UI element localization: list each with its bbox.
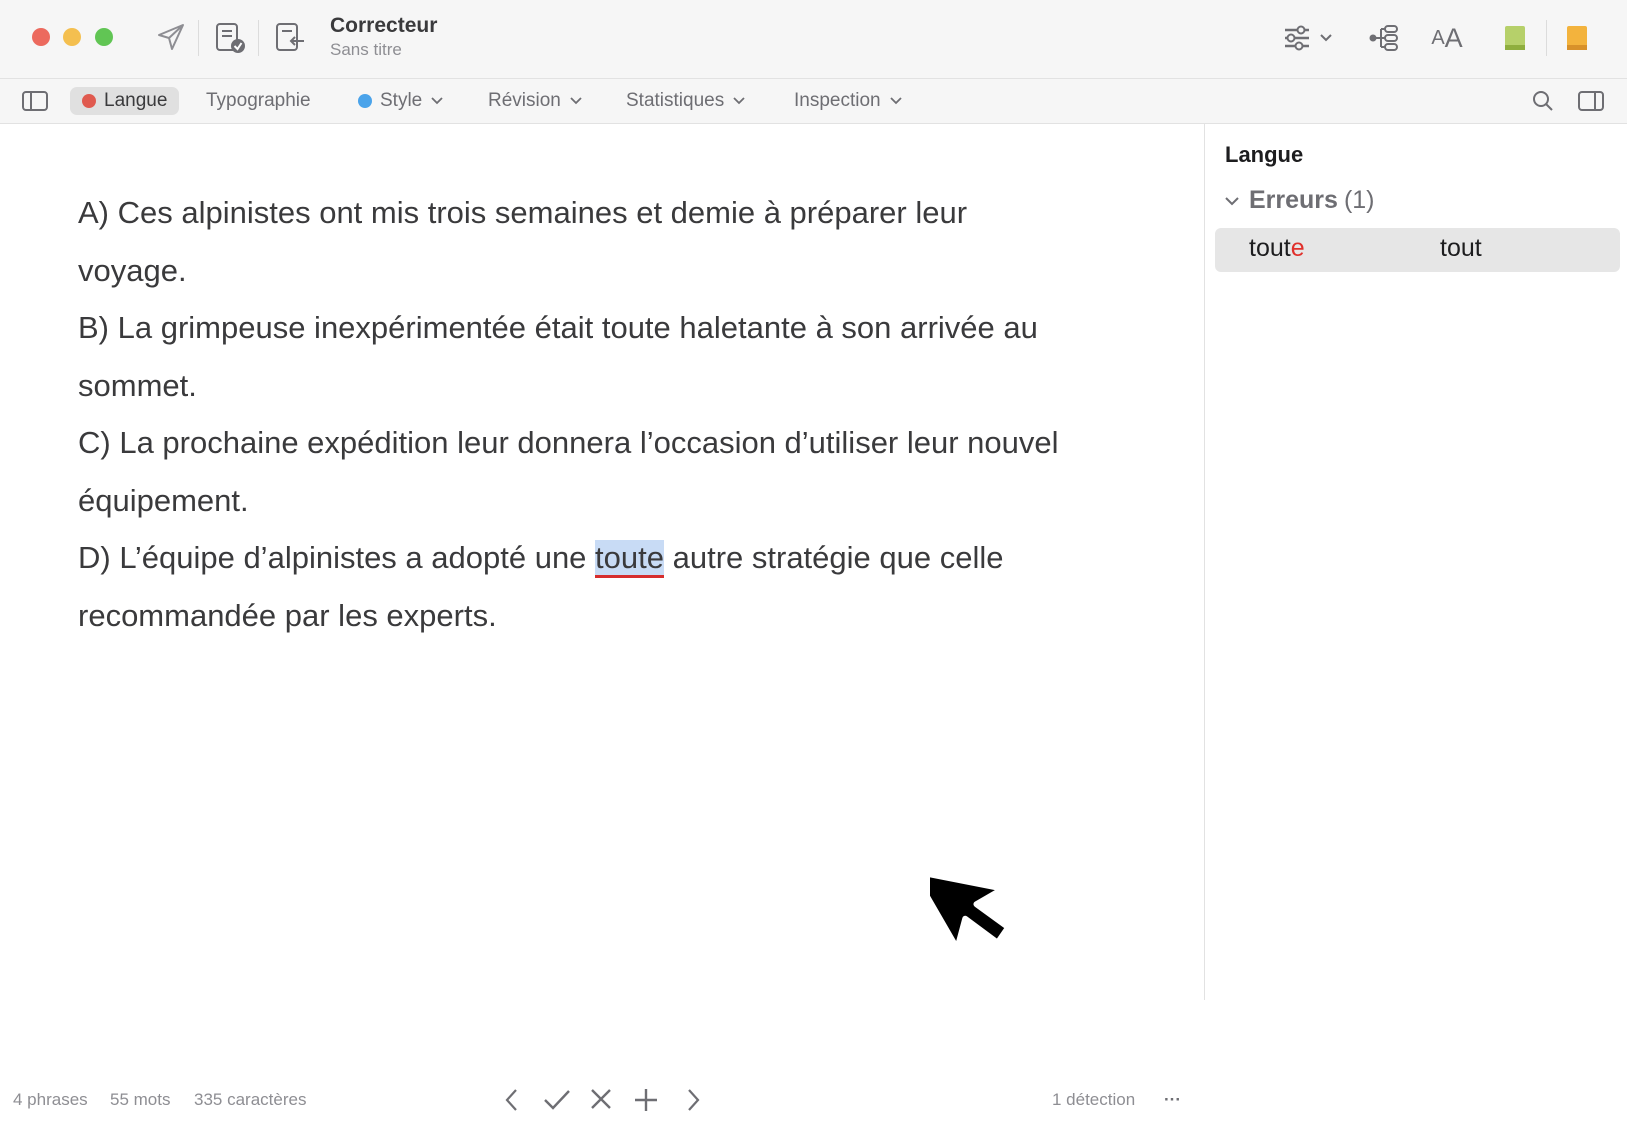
minimize-window-button[interactable] xyxy=(63,28,81,46)
maximize-window-button[interactable] xyxy=(95,28,113,46)
inspector-sidebar: Langue Erreurs (1) toute tout xyxy=(1204,124,1627,1000)
error-word-correct-part: tout xyxy=(1249,234,1291,262)
phrase-count: 4 phrases xyxy=(13,1090,88,1109)
document-check-icon[interactable] xyxy=(212,18,248,56)
toolbar-separator xyxy=(258,20,259,56)
reject-icon[interactable] xyxy=(588,1086,614,1119)
tab-label: Révision xyxy=(488,90,561,111)
book-orange-icon[interactable] xyxy=(1562,20,1592,56)
more-options-button[interactable]: ··· xyxy=(1164,1090,1181,1110)
chevron-down-icon xyxy=(431,97,443,105)
text-line: équipement. xyxy=(78,483,249,518)
status-dot-icon xyxy=(82,94,96,108)
next-icon[interactable] xyxy=(681,1086,705,1119)
suggestion-word: tout xyxy=(1440,234,1482,262)
errors-label: Erreurs xyxy=(1249,186,1338,214)
search-icon[interactable] xyxy=(1528,87,1558,115)
text-size-icon[interactable]: AA xyxy=(1424,20,1470,56)
status-dot-icon xyxy=(358,94,372,108)
text-line: voyage. xyxy=(78,253,187,288)
char-count: 335 caractères xyxy=(194,1090,307,1109)
tab-langue[interactable]: Langue xyxy=(70,87,180,115)
paper-plane-icon[interactable] xyxy=(154,20,188,54)
text-line: B) La grimpeuse inexpérimentée était tou… xyxy=(78,310,1038,345)
document-subtitle: Sans titre xyxy=(330,40,402,59)
inspector-toggle-icon[interactable] xyxy=(1576,88,1606,114)
book-green-icon[interactable] xyxy=(1500,20,1530,56)
text-editor[interactable]: A) Ces alpinistes ont mis trois semaines… xyxy=(0,124,1203,1111)
chevron-down-icon xyxy=(570,97,582,105)
tab-typographie[interactable]: Typographie xyxy=(206,87,311,115)
accept-icon[interactable] xyxy=(542,1086,572,1119)
toolbar-separator xyxy=(198,20,199,56)
tab-style[interactable]: Style xyxy=(358,87,444,115)
chevron-down-icon xyxy=(733,97,745,105)
errors-count: (1) xyxy=(1343,186,1375,214)
text-line: sommet. xyxy=(78,368,197,403)
previous-icon[interactable] xyxy=(500,1086,524,1119)
chevron-down-icon xyxy=(1225,196,1239,205)
tab-label: Style xyxy=(380,90,423,111)
text-line-d: D) L’équipe d’alpinistes a adopté une to… xyxy=(78,529,1158,587)
app-title: Correcteur xyxy=(330,14,438,37)
error-word-wrong-part: e xyxy=(1290,234,1305,262)
tab-label: Langue xyxy=(104,90,168,111)
document-import-icon[interactable] xyxy=(272,18,308,56)
text-segment: D) L’équipe d’alpinistes a adopté une xyxy=(78,540,596,575)
category-toolbar: Langue Typographie Style Révision Statis… xyxy=(0,79,1627,124)
sidebar-title: Langue xyxy=(1225,142,1304,167)
word-count: 55 mots xyxy=(110,1090,171,1109)
status-bar: 4 phrases 55 mots 335 caractères 1 détec… xyxy=(0,1080,1203,1124)
sliders-icon[interactable] xyxy=(1280,20,1340,56)
text-segment: autre stratégie que celle xyxy=(664,540,1004,575)
error-word: toute xyxy=(1249,234,1305,263)
close-window-button[interactable] xyxy=(32,28,50,46)
mouse-pointer-icon xyxy=(930,867,1012,952)
title-bar: Correcteur Sans titre AA xyxy=(0,0,1627,79)
detection-count: 1 détection xyxy=(1052,1090,1136,1109)
tab-revision[interactable]: Révision xyxy=(488,87,583,115)
text-line: A) Ces alpinistes ont mis trois semaines… xyxy=(78,195,968,230)
tab-statistiques[interactable]: Statistiques xyxy=(626,87,746,115)
errors-group-header[interactable]: Erreurs (1) xyxy=(1223,186,1375,215)
sidebar-toggle-icon[interactable] xyxy=(20,88,50,114)
text-line: C) La prochaine expédition leur donnera … xyxy=(78,425,1059,460)
tree-icon[interactable] xyxy=(1366,20,1402,56)
error-list-item[interactable]: toute tout xyxy=(1215,228,1620,272)
tab-label: Typographie xyxy=(206,90,311,111)
tab-label: Statistiques xyxy=(626,90,725,111)
error-highlight[interactable]: toute xyxy=(595,540,664,578)
toolbar-separator xyxy=(1546,20,1547,56)
add-icon[interactable] xyxy=(633,1086,659,1119)
tab-inspection[interactable]: Inspection xyxy=(794,87,903,115)
text-line: recommandée par les experts. xyxy=(78,598,497,633)
chevron-down-icon xyxy=(889,97,902,105)
tab-label: Inspection xyxy=(794,90,881,111)
